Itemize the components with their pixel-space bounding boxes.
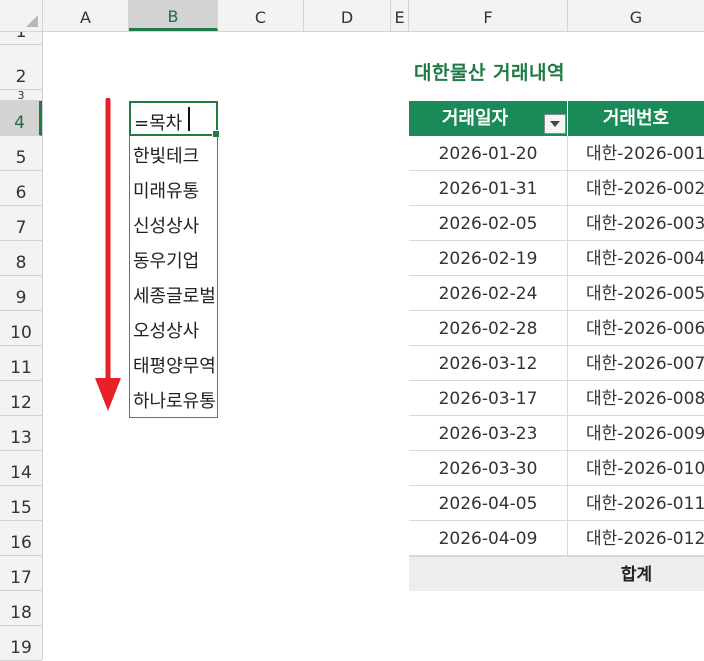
column-header-e[interactable]: E (391, 0, 409, 31)
table-row: 2026-02-05 대한-2026-003 (409, 206, 704, 241)
table-row: 2026-02-28 대한-2026-006 (409, 311, 704, 346)
row-header-4[interactable]: 4 (0, 101, 42, 136)
row-header-bar: 1 2 3 4 5 6 7 8 9 10 11 12 13 14 15 16 1… (0, 32, 43, 661)
date-cell[interactable]: 2026-03-12 (409, 346, 568, 380)
table-row: 2026-04-05 대한-2026-011 (409, 486, 704, 521)
select-all-corner[interactable] (0, 0, 43, 32)
row-header-8[interactable]: 8 (0, 241, 42, 276)
number-cell[interactable]: 대한-2026-006 (568, 311, 704, 345)
date-cell[interactable]: 2026-04-05 (409, 486, 568, 520)
date-cell[interactable]: 2026-03-23 (409, 416, 568, 450)
date-cell[interactable]: 2026-03-17 (409, 381, 568, 415)
row-header-13[interactable]: 13 (0, 416, 42, 451)
date-cell[interactable]: 2026-02-28 (409, 311, 568, 345)
spill-cell[interactable]: 태평양무역 (133, 352, 216, 378)
column-header-g[interactable]: G (568, 0, 704, 31)
row-header-18[interactable]: 18 (0, 591, 42, 626)
number-cell[interactable]: 대한-2026-007 (568, 346, 704, 380)
date-cell[interactable]: 2026-02-05 (409, 206, 568, 240)
number-cell[interactable]: 대한-2026-009 (568, 416, 704, 450)
number-cell[interactable]: 대한-2026-004 (568, 241, 704, 275)
formula-text: =목차 (134, 113, 183, 134)
spill-cell[interactable]: 하나로유통 (133, 387, 216, 413)
spill-cell[interactable]: 동우기업 (133, 247, 199, 273)
column-header-c[interactable]: C (218, 0, 304, 31)
date-cell[interactable]: 2026-01-31 (409, 171, 568, 205)
row-header-10[interactable]: 10 (0, 311, 42, 346)
column-header-b[interactable]: B (129, 0, 218, 31)
header-transaction-date[interactable]: 거래일자 (409, 101, 568, 136)
table-row: 2026-03-30 대한-2026-010 (409, 451, 704, 486)
row-header-6[interactable]: 6 (0, 171, 42, 206)
column-header-a[interactable]: A (43, 0, 129, 31)
formula-edit-cell[interactable]: =목차 (129, 101, 220, 138)
row-header-9[interactable]: 9 (0, 276, 42, 311)
table-row: 2026-03-17 대한-2026-008 (409, 381, 704, 416)
table-row: 2026-02-19 대한-2026-004 (409, 241, 704, 276)
number-cell[interactable]: 대한-2026-001 (568, 136, 704, 170)
column-header-bar: A B C D E F G (0, 0, 704, 32)
date-cell[interactable]: 2026-02-19 (409, 241, 568, 275)
row-header-11[interactable]: 11 (0, 346, 42, 381)
table-row: 2026-01-31 대한-2026-002 (409, 171, 704, 206)
table-row: 2026-01-20 대한-2026-001 (409, 136, 704, 171)
row-header-12[interactable]: 12 (0, 381, 42, 416)
date-cell[interactable]: 2026-02-24 (409, 276, 568, 310)
total-label[interactable]: 합계 (569, 557, 704, 591)
row-header-5[interactable]: 5 (0, 136, 42, 171)
sheet-title: 대한물산 거래내역 (414, 62, 565, 84)
total-row: 합계 (409, 556, 704, 591)
text-cursor (188, 107, 190, 131)
table-row: 2026-03-12 대한-2026-007 (409, 346, 704, 381)
spill-cell[interactable]: 미래유통 (133, 177, 199, 203)
header-transaction-number[interactable]: 거래번호 (568, 101, 704, 136)
date-cell[interactable]: 2026-03-30 (409, 451, 568, 485)
down-arrow-icon (95, 98, 121, 411)
date-cell[interactable]: 2026-04-09 (409, 521, 568, 555)
number-cell[interactable]: 대한-2026-011 (568, 486, 704, 520)
number-cell[interactable]: 대한-2026-003 (568, 206, 704, 240)
row-header-17[interactable]: 17 (0, 556, 42, 591)
column-header-f[interactable]: F (409, 0, 568, 31)
row-header-19[interactable]: 19 (0, 626, 42, 661)
spill-range: 한빛테크 미래유통 신성상사 동우기업 세종글로벌 오성상사 태평양무역 하나로… (129, 136, 218, 418)
row-header-7[interactable]: 7 (0, 206, 42, 241)
number-cell[interactable]: 대한-2026-008 (568, 381, 704, 415)
row-header-3[interactable]: 3 (0, 90, 42, 101)
row-header-2[interactable]: 2 (0, 45, 42, 90)
row-header-15[interactable]: 15 (0, 486, 42, 521)
spill-cell[interactable]: 세종글로벌 (133, 282, 216, 308)
number-cell[interactable]: 대한-2026-005 (568, 276, 704, 310)
filter-dropdown-icon[interactable] (544, 114, 566, 134)
number-cell[interactable]: 대한-2026-002 (568, 171, 704, 205)
number-cell[interactable]: 대한-2026-012 (568, 521, 704, 555)
spill-cell[interactable]: 신성상사 (133, 212, 199, 238)
table-row: 2026-04-09 대한-2026-012 (409, 521, 704, 556)
number-cell[interactable]: 대한-2026-010 (568, 451, 704, 485)
row-header-16[interactable]: 16 (0, 521, 42, 556)
table-row: 2026-02-24 대한-2026-005 (409, 276, 704, 311)
row-header-1[interactable]: 1 (0, 32, 42, 45)
transaction-table: 거래일자 거래번호 2026-01-20 대한-2026-001 2026-01… (409, 101, 704, 591)
column-header-d[interactable]: D (304, 0, 391, 31)
table-row: 2026-03-23 대한-2026-009 (409, 416, 704, 451)
row-header-14[interactable]: 14 (0, 451, 42, 486)
date-cell[interactable]: 2026-01-20 (409, 136, 568, 170)
spill-cell[interactable]: 오성상사 (133, 317, 199, 343)
spill-cell[interactable]: 한빛테크 (133, 142, 199, 168)
